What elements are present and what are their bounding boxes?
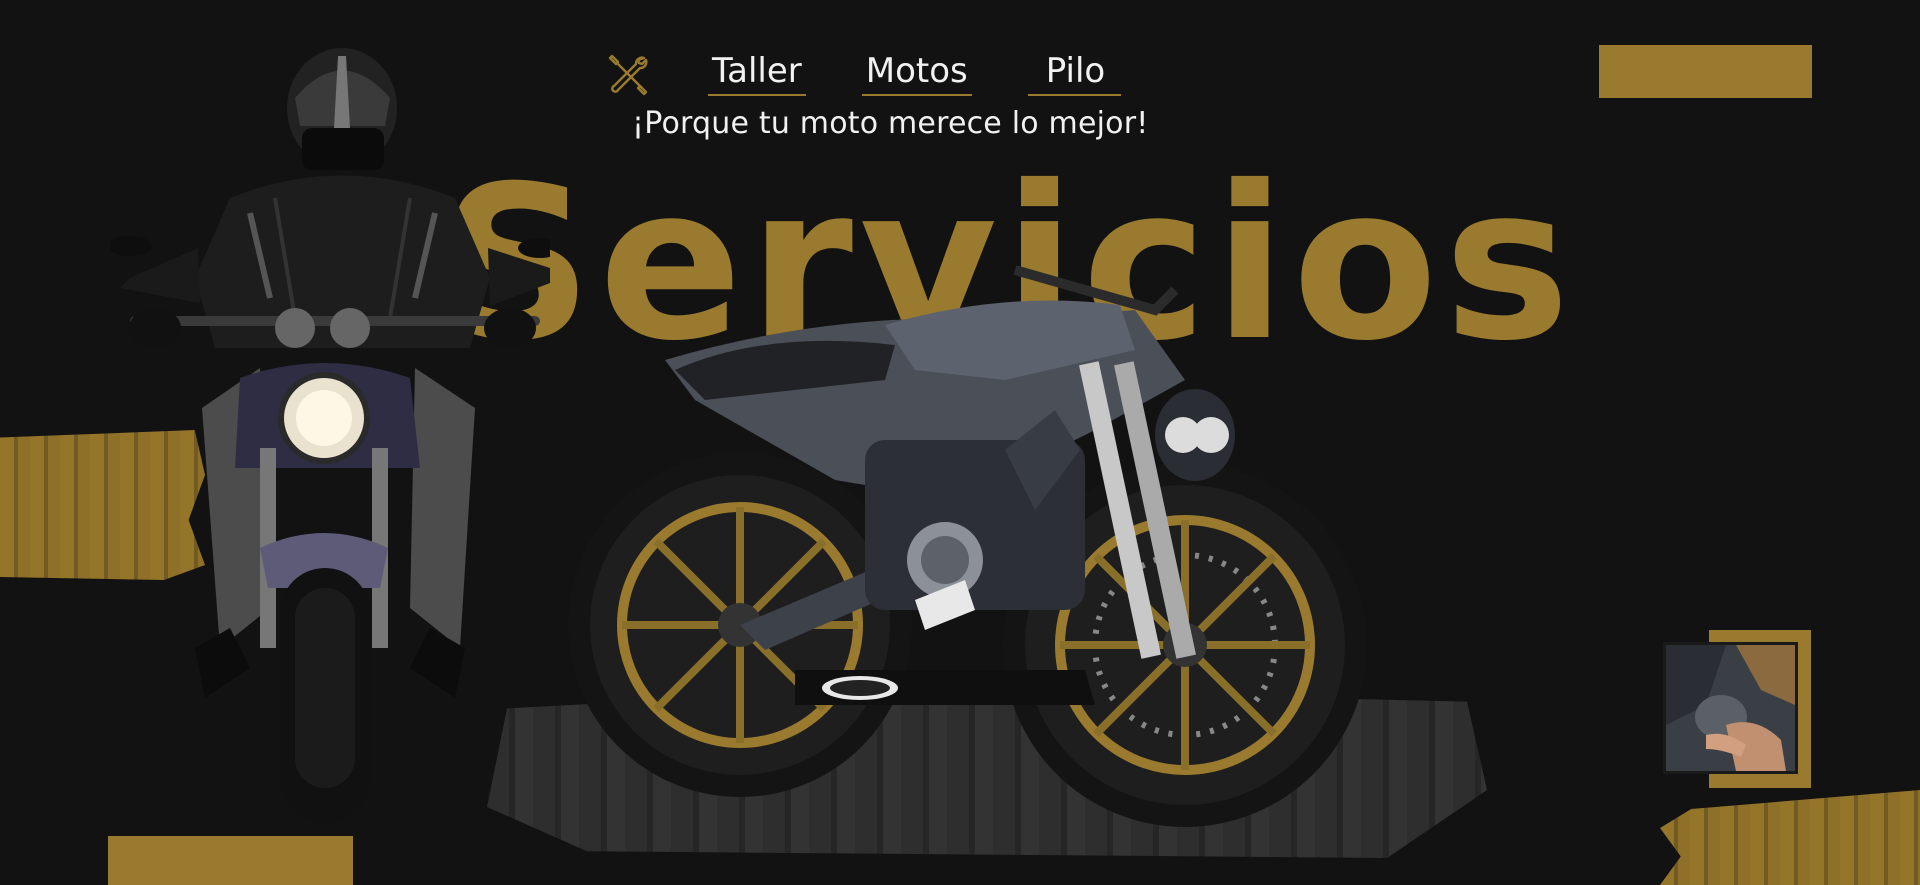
motorcycle-image [568, 265, 1365, 827]
tagline: ¡Porque tu moto merece lo mejor! [632, 106, 1149, 141]
bottom-gold-bar [108, 836, 353, 885]
mechanic-thumbnail-image [1663, 642, 1798, 774]
nav-link-taller[interactable]: Taller [708, 52, 806, 96]
mechanic-thumbnail-card[interactable] [1663, 630, 1811, 788]
main-nav: Taller Motos Pilo [604, 44, 1122, 104]
header-cta-button[interactable] [1599, 45, 1812, 98]
gold-brush-stroke-right [1660, 790, 1920, 885]
nav-link-pilo[interactable]: Pilo [1027, 52, 1122, 96]
wrench-screwdriver-icon[interactable] [604, 50, 652, 98]
nav-link-motos[interactable]: Motos [861, 52, 972, 96]
rider-motorcycle-image [110, 48, 550, 823]
